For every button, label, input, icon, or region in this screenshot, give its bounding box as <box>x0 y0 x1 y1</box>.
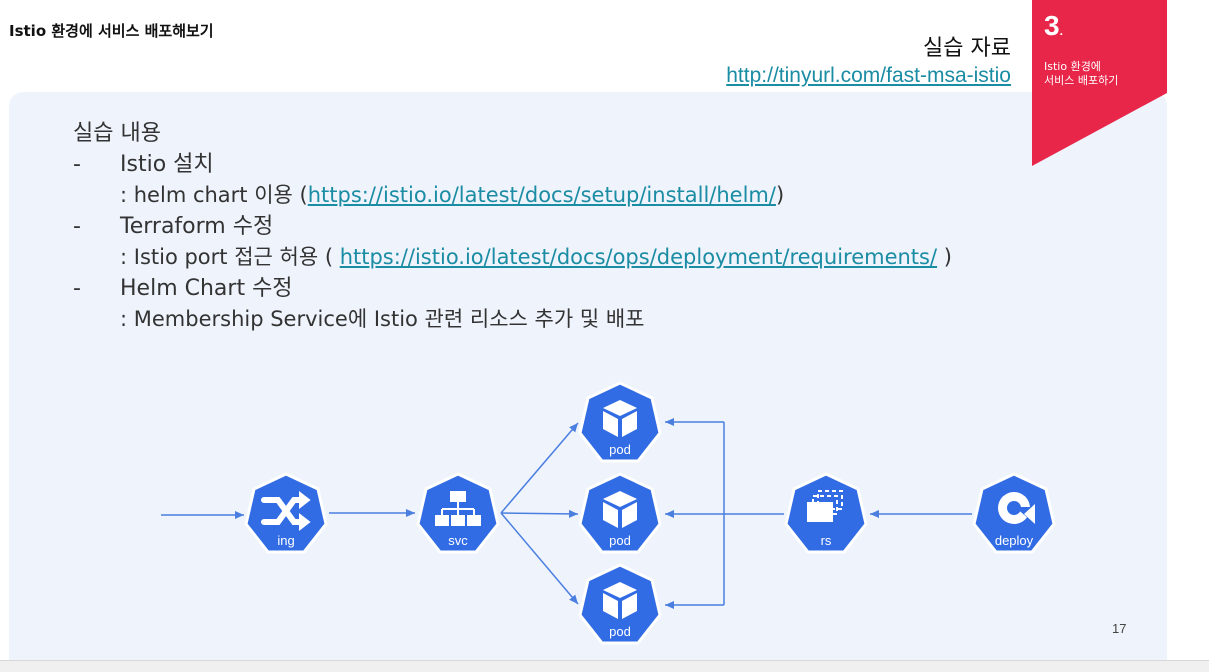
node-label: svc <box>448 533 468 548</box>
node-deploy: deploy <box>972 472 1056 554</box>
page-number: 17 <box>1112 621 1127 636</box>
node-pod-bottom: pod <box>578 563 662 645</box>
node-label: rs <box>821 533 832 548</box>
arrow-svc-pod-top <box>500 422 579 514</box>
node-svc: svc <box>416 472 500 554</box>
node-label: deploy <box>995 533 1034 548</box>
node-label: pod <box>609 624 631 639</box>
node-pod-top: pod <box>578 381 662 463</box>
arrow-svc-pod-mid <box>500 509 579 518</box>
node-rs: rs <box>784 472 868 554</box>
k8s-diagram: ing svc pod pod pod rs deploy <box>161 381 1056 645</box>
bottom-scroll-area <box>0 660 1209 672</box>
node-label: pod <box>609 533 631 548</box>
node-pod-mid: pod <box>578 472 662 554</box>
node-label: ing <box>277 533 294 548</box>
arrow-svc-pod-bottom <box>500 512 579 605</box>
node-label: pod <box>609 442 631 457</box>
node-ing: ing <box>244 472 328 554</box>
